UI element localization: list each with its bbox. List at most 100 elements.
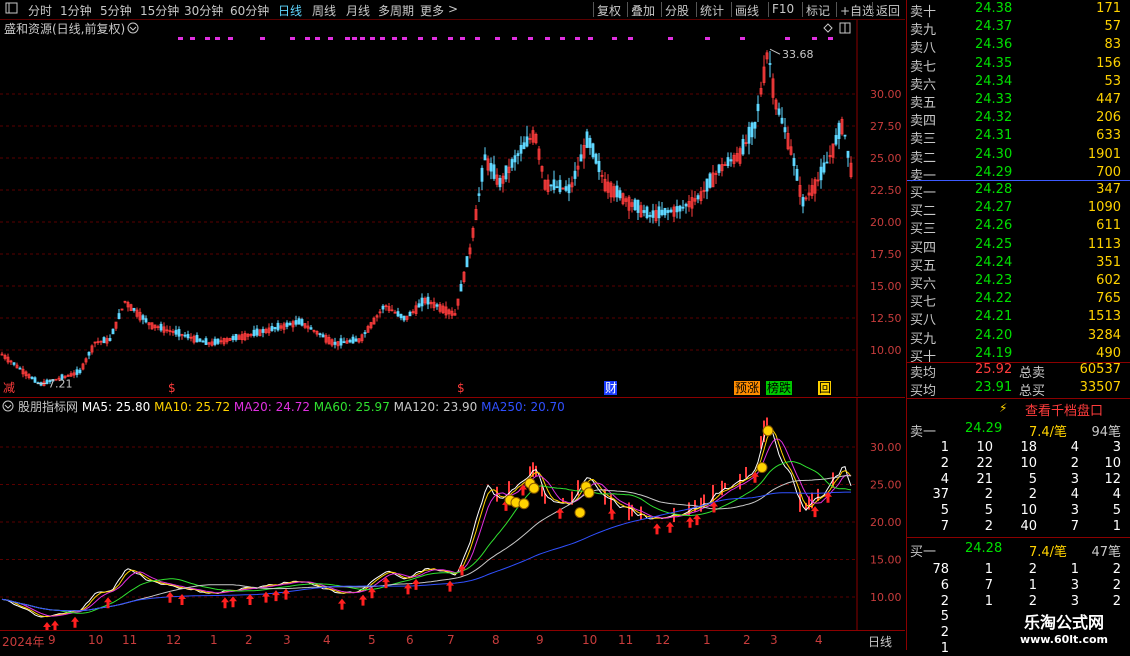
toolbar-action-8[interactable]: 返回 [876,2,900,19]
event-marker[interactable]: 财 [605,381,617,395]
candle-body [297,318,301,325]
ma-legend-1: MA10: 25.72 [154,400,234,414]
signal-dot [402,37,407,40]
toolbar-action-3[interactable]: 统计 [700,2,724,19]
ma-legend-4: MA120: 23.90 [394,400,482,414]
candle-body [792,158,796,167]
candle-body [102,337,106,344]
sidebar-toggle-icon[interactable] [5,1,19,18]
level-label: 买二 [910,204,937,220]
sell-queue-cell: 12 [1104,471,1121,487]
candle-body [201,340,205,343]
more-chevron-icon[interactable]: > [448,2,458,16]
toolbar-separator [836,2,837,17]
event-marker[interactable]: 榜跌 [767,380,791,395]
sell-level-2[interactable]: 卖八 24.36 83 [907,37,1130,56]
view-depth-button[interactable]: 查看千档盘口 [1025,400,1103,419]
candle-body [660,209,664,216]
candle-body [294,320,298,325]
event-marker[interactable]: $ [457,381,465,395]
level-label: 卖十 [910,5,937,20]
candle-body [87,351,91,356]
toolbar-action-0[interactable]: 复权 [597,2,621,19]
sell-level-4[interactable]: 卖六 24.34 53 [907,74,1130,93]
high-price-label: 33.68 [782,48,814,61]
period-tab-1[interactable]: 1分钟 [60,2,92,19]
candle-body [552,179,556,190]
toolbar-action-2[interactable]: 分股 [665,2,689,19]
indicator-chart[interactable]: 30.00 25.00 20.00 15.00 10.00 股朋指标网 MA5: 25.… [0,397,905,630]
level-volume: 447 [1096,92,1121,107]
toolbar-action-1[interactable]: 叠加 [631,2,655,19]
candle-body [108,338,112,341]
candle-body [270,326,274,331]
buy-level-5[interactable]: 买六 24.23 602 [907,273,1130,292]
sell-queue-cell: 21 [976,471,993,487]
sell-level-6[interactable]: 卖四 24.32 206 [907,110,1130,129]
toolbar-action-5[interactable]: F10 [772,2,794,16]
signal-dot [612,37,617,40]
period-tab-8[interactable]: 月线 [346,2,370,19]
candle-body [819,166,823,181]
sell-level-0[interactable]: 卖十 24.38 171 [907,1,1130,20]
buy-level-2[interactable]: 买三 24.26 611 [907,218,1130,237]
toolbar-action-7[interactable]: +自选 [840,2,874,19]
avg-buy-row: 买均 23.91 总买 33507 [907,380,1130,399]
sell-level-5[interactable]: 卖五 24.33 447 [907,92,1130,111]
period-tab-2[interactable]: 5分钟 [100,2,132,19]
signal-dot [528,37,533,40]
date-tick: 10 [88,633,104,647]
event-marker[interactable]: 预涨 [735,380,759,395]
toolbar-action-6[interactable]: 标记 [806,2,830,19]
event-marker[interactable]: $ [168,381,176,395]
event-marker[interactable]: 回 [819,381,831,395]
event-marker[interactable]: 减 [3,381,15,395]
period-tab-10[interactable]: 更多 [420,2,444,19]
buy-level-3[interactable]: 买四 24.25 1113 [907,237,1130,256]
level-price: 24.22 [975,291,1013,307]
period-tab-4[interactable]: 30分钟 [184,2,223,19]
candle-body [525,136,529,147]
ma-legend-5: MA250: 20.70 [481,400,565,414]
sell-queue-cell: 3 [1070,471,1079,487]
period-label[interactable]: 日线 [868,633,892,650]
candle-body [276,322,280,331]
y-tick-label: 20.00 [870,516,902,529]
period-tab-3[interactable]: 15分钟 [140,2,179,19]
signal-dot [588,37,593,40]
candle-body [567,184,571,194]
period-tab-6[interactable]: 日线 [278,2,302,19]
candle-body [30,376,34,380]
sell-queue-cell: 5 [984,503,993,519]
level-label: 买四 [910,240,937,256]
total-volume: 33507 [1079,380,1121,395]
level-volume: 171 [1096,1,1121,16]
indicator-legend: 股朋指标网 MA5: 25.80 MA10: 25.72 MA20: 24.72… [18,399,565,414]
signal-dot [370,37,375,40]
sell-level-7[interactable]: 卖三 24.31 633 [907,128,1130,147]
toolbar-action-4[interactable]: 画线 [735,2,759,19]
buy-level-1[interactable]: 买二 24.27 1090 [907,200,1130,220]
sell-level-3[interactable]: 卖七 24.35 156 [907,56,1130,75]
signal-dot [345,37,350,40]
buy-level-0[interactable]: 买一 24.28 347 [907,182,1130,201]
date-tick: 11 [618,633,634,647]
sell-level-8[interactable]: 卖二 24.30 1901 [907,147,1130,166]
period-tab-9[interactable]: 多周期 [378,2,414,19]
signal-dot [215,37,220,40]
candle-body [669,209,673,213]
sell-queue-cell: 3 [1070,503,1079,519]
period-tab-0[interactable]: 分时 [28,2,52,19]
buy-level-7[interactable]: 买八 24.21 1513 [907,309,1130,328]
buy-level-8[interactable]: 买九 24.20 3284 [907,328,1130,347]
indicator-name: 股朋指标网 [18,399,82,414]
sell-level-1[interactable]: 卖九 24.37 57 [907,19,1130,38]
period-tab-7[interactable]: 周线 [312,2,336,19]
section-divider [907,398,1130,399]
buy-level-6[interactable]: 买七 24.22 765 [907,291,1130,310]
period-tab-5[interactable]: 60分钟 [230,2,269,19]
buy-level-4[interactable]: 买五 24.24 351 [907,255,1130,274]
candle-body [477,193,481,196]
candlestick-chart[interactable]: 30.00 27.50 25.00 22.50 20.00 17.50 15.00 12.50… [0,20,905,396]
candle-body [585,131,589,148]
